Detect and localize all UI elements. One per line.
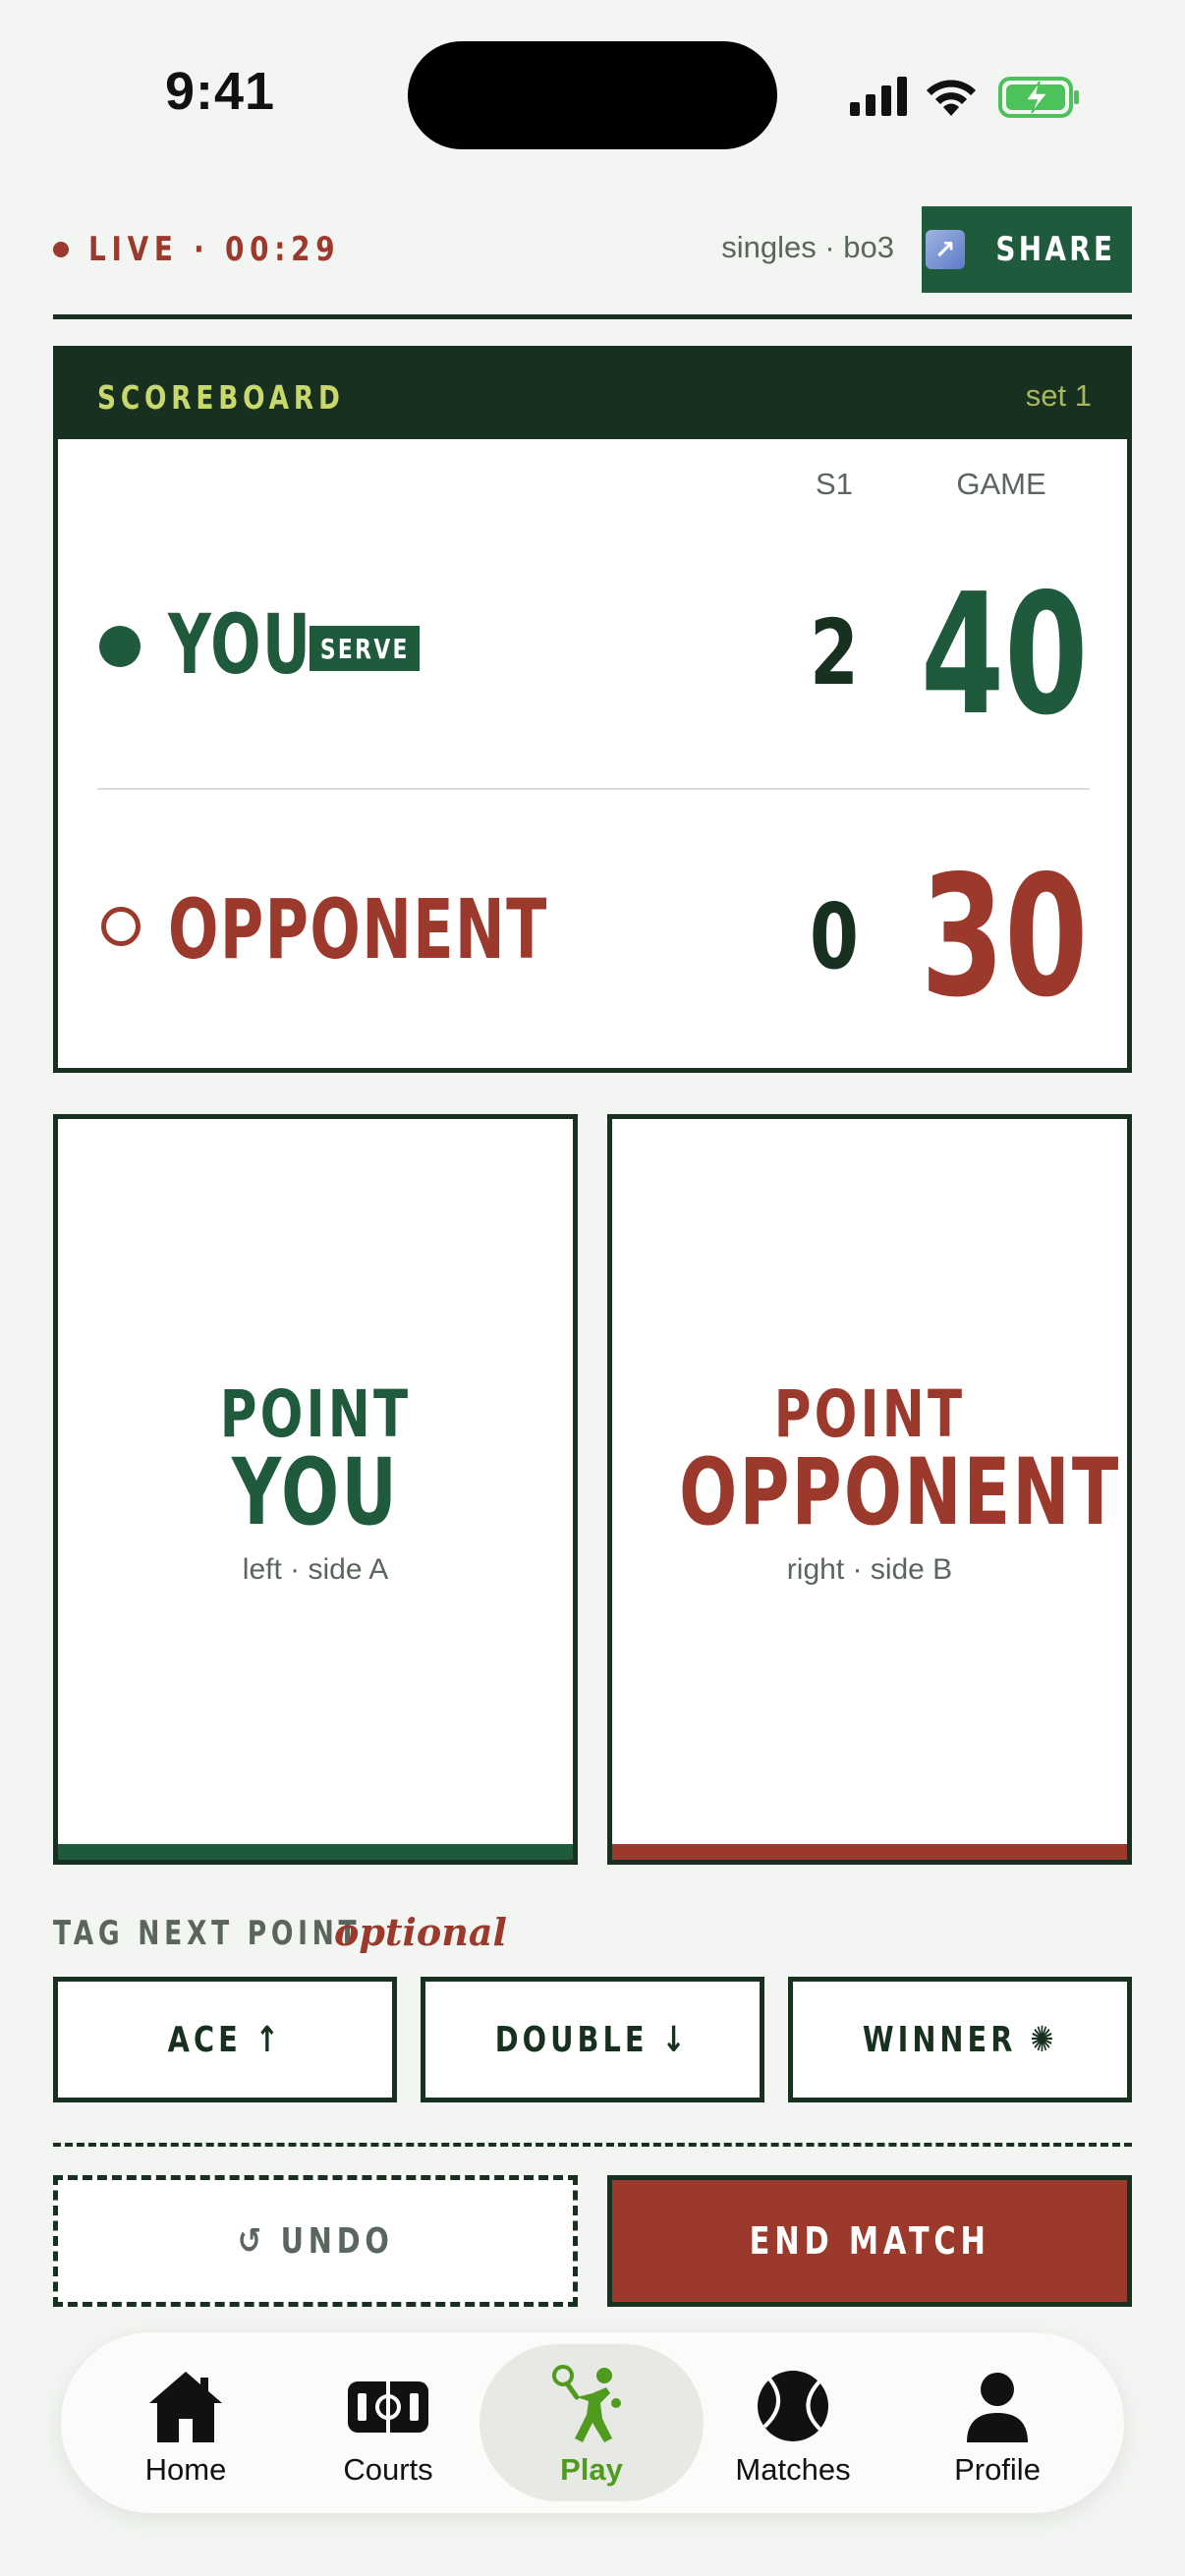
serving-dot-icon (99, 626, 141, 667)
row-divider (97, 788, 1090, 790)
scoreboard-title: SCOREBOARD (97, 378, 345, 417)
set-score-opponent: 0 (810, 884, 859, 989)
card-accent-bar (612, 1844, 1127, 1860)
tab-play[interactable]: Play (480, 2344, 704, 2501)
live-dot-icon (53, 242, 69, 257)
current-set: set 1 (1025, 378, 1092, 413)
point-you-button[interactable]: POINT YOU left · side A (53, 1114, 578, 1865)
court-icon (348, 2381, 428, 2433)
set-score-you: 2 (810, 600, 859, 705)
tab-courts[interactable]: Courts (287, 2344, 489, 2501)
tennis-player-icon (552, 2365, 621, 2442)
player-name-opponent: OPPONENT (168, 881, 548, 978)
battery-charging-icon (998, 77, 1079, 118)
tag-winner-button[interactable]: WINNER ✺ (788, 1977, 1132, 2102)
header-divider (53, 314, 1132, 319)
column-header-game: GAME (956, 467, 1046, 501)
share-button[interactable]: ↗ SHARE (922, 206, 1132, 293)
share-label: SHARE (995, 230, 1115, 269)
point-opponent-button[interactable]: POINT OPPONENT right · side B (607, 1114, 1132, 1865)
point-player-name: YOU (231, 1439, 400, 1546)
match-format: singles · bo3 (721, 230, 894, 264)
tab-label: Matches (735, 2452, 851, 2487)
tab-home[interactable]: Home (85, 2344, 287, 2501)
card-accent-bar (58, 1844, 573, 1860)
dashed-divider (53, 2143, 1132, 2147)
live-indicator: LIVE · 00:29 (53, 230, 396, 269)
tab-bar: Home Courts Play Matches Profile (61, 2332, 1124, 2513)
point-side-label: right · side B (786, 1553, 953, 1586)
tab-label: Play (560, 2452, 623, 2487)
live-timer: LIVE · 00:29 (88, 230, 341, 269)
tab-label: Courts (343, 2452, 433, 2487)
cellular-signal-icon (850, 77, 907, 116)
point-side-label: left · side A (242, 1553, 389, 1586)
tag-section-label: TAG NEXT POINT (53, 1914, 362, 1953)
status-time: 9:41 (165, 62, 276, 121)
scoreboard: SCOREBOARD set 1 S1 GAME YOU SERVE 2 40 … (53, 346, 1132, 1073)
tennis-ball-icon (758, 2371, 828, 2441)
tag-ace-button[interactable]: ACE ↑ (53, 1977, 397, 2102)
tab-matches[interactable]: Matches (692, 2344, 894, 2501)
person-icon (967, 2373, 1028, 2442)
player-name-you: YOU (168, 596, 312, 693)
tab-label: Profile (954, 2452, 1041, 2487)
home-icon (149, 2372, 222, 2442)
serve-badge: SERVE (310, 626, 420, 671)
game-score-opponent: 30 (921, 840, 1089, 1035)
receiving-dot-icon (101, 907, 141, 946)
tag-optional-label: optional (334, 1910, 507, 1954)
share-arrow-icon: ↗ (925, 230, 965, 269)
undo-button[interactable]: ↺ UNDO (53, 2175, 578, 2307)
dynamic-island (408, 41, 777, 149)
game-score-you: 40 (921, 558, 1089, 753)
tab-profile[interactable]: Profile (896, 2344, 1099, 2501)
tag-double-fault-button[interactable]: DOUBLE ↓ (421, 1977, 764, 2102)
end-match-button[interactable]: END MATCH (607, 2175, 1132, 2307)
point-player-name: OPPONENT (679, 1439, 1121, 1546)
scoreboard-header: SCOREBOARD set 1 (58, 351, 1127, 439)
wifi-icon (927, 80, 976, 116)
column-header-set: S1 (816, 467, 853, 501)
tab-label: Home (144, 2452, 227, 2487)
